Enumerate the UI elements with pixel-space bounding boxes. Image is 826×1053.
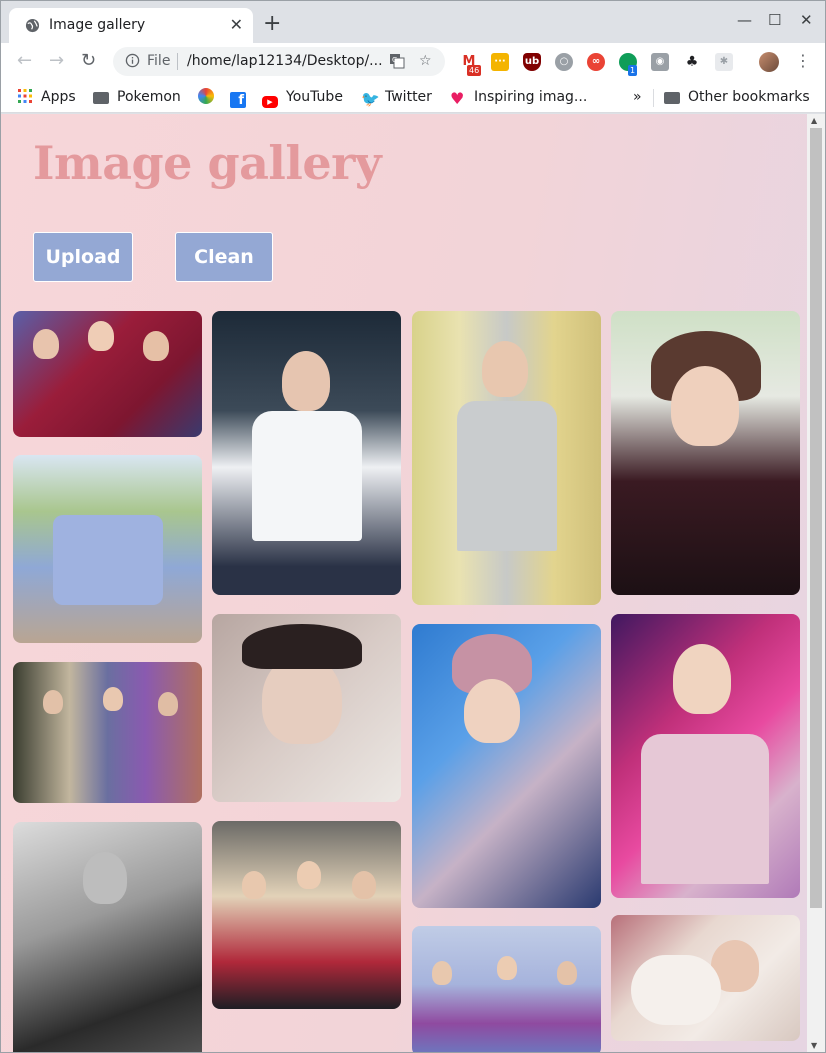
info-icon[interactable] <box>125 53 140 68</box>
bookmark-twitter-label: Twitter <box>385 89 432 105</box>
gallery-image[interactable] <box>13 455 202 643</box>
menu-icon[interactable]: ⋮ <box>795 52 811 70</box>
new-tab-button[interactable]: + <box>263 13 281 35</box>
bookmarks-separator <box>653 89 654 107</box>
bookmark-inspiring[interactable]: ♥ Inspiring imag... <box>450 86 587 108</box>
browser-window: Image gallery ✕ + — ☐ ✕ ← → ↻ File /home… <box>0 0 826 1053</box>
bookmark-facebook[interactable]: f <box>230 86 254 108</box>
gallery-image[interactable] <box>212 821 401 1009</box>
upload-button[interactable]: Upload <box>33 232 133 282</box>
tab-close-icon[interactable]: ✕ <box>230 16 243 34</box>
scroll-down-arrow-icon[interactable]: ▼ <box>811 1041 817 1050</box>
clean-button[interactable]: Clean <box>175 232 273 282</box>
heart-icon: ♥ <box>450 89 465 108</box>
svg-text:G: G <box>392 56 397 64</box>
gallery-image[interactable] <box>212 311 401 595</box>
bookmark-color-wheel[interactable] <box>198 86 222 108</box>
url-text[interactable]: /home/lap12134/Desktop/... <box>187 53 383 69</box>
url-separator <box>177 53 178 70</box>
apps-grid-icon <box>18 89 32 103</box>
bookmarks-bar: Apps Pokemon f ▶ YouTube 🐦 Twitter ♥ Inspir… <box>1 81 825 113</box>
title-bar: Image gallery ✕ + — ☐ ✕ <box>1 1 825 43</box>
page-scrollbar[interactable]: ▲ ▼ <box>807 114 825 1052</box>
youtube-icon: ▶ <box>262 96 278 108</box>
forward-button[interactable]: → <box>49 51 64 71</box>
folder-icon <box>664 92 680 104</box>
globe-icon <box>25 18 40 33</box>
profile-avatar[interactable] <box>759 52 779 72</box>
gallery-image[interactable] <box>13 311 202 437</box>
back-button[interactable]: ← <box>17 51 32 71</box>
bookmarks-overflow-button[interactable]: » <box>633 86 642 108</box>
gmail-badge: 46 <box>467 65 482 76</box>
gallery-image[interactable] <box>611 614 800 898</box>
gallery-image[interactable] <box>611 915 800 1041</box>
ublock-icon[interactable]: ub <box>523 53 541 71</box>
url-scheme: File <box>147 53 171 69</box>
gallery-image[interactable] <box>412 311 601 605</box>
reload-button[interactable]: ↻ <box>81 51 96 71</box>
color-wheel-icon <box>198 88 214 104</box>
scroll-up-arrow-icon[interactable]: ▲ <box>811 116 817 125</box>
page-title: Image gallery <box>33 136 382 190</box>
gallery-image[interactable] <box>13 662 202 803</box>
folder-icon <box>93 92 109 104</box>
bookmark-pokemon[interactable]: Pokemon <box>93 86 181 108</box>
gallery-image[interactable] <box>412 926 601 1052</box>
translate-icon[interactable]: G <box>389 53 405 73</box>
minimize-button[interactable]: — <box>737 11 752 29</box>
page-content: Image gallery Upload Clean <box>1 114 807 1052</box>
puzzle-extension-icon[interactable]: ✱ <box>715 53 733 71</box>
scroll-thumb[interactable] <box>810 128 822 908</box>
bookmark-pokemon-label: Pokemon <box>117 89 181 105</box>
gallery-image[interactable] <box>611 311 800 595</box>
chat-badge: 1 <box>628 65 638 76</box>
address-bar[interactable]: File /home/lap12134/Desktop/... G ☆ <box>113 47 445 76</box>
gallery-image[interactable] <box>212 614 401 802</box>
camera-icon[interactable]: ◉ <box>651 53 669 71</box>
tab-title: Image gallery <box>49 17 146 33</box>
bookmark-youtube-label: YouTube <box>286 89 343 105</box>
tab-image-gallery[interactable]: Image gallery ✕ <box>9 8 253 43</box>
gnome-icon[interactable]: ♣ <box>683 53 701 71</box>
circle-extension-icon[interactable]: ○ <box>555 53 573 71</box>
bookmark-inspiring-label: Inspiring imag... <box>474 89 588 105</box>
bookmark-apps[interactable]: Apps <box>17 86 76 108</box>
infinity-extension-icon[interactable]: ∞ <box>587 53 605 71</box>
bookmark-youtube[interactable]: ▶ YouTube <box>262 86 343 108</box>
toolbar: ← → ↻ File /home/lap12134/Desktop/... G … <box>1 43 825 81</box>
facebook-icon: f <box>230 92 246 108</box>
bookmark-other[interactable]: Other bookmarks <box>664 86 810 108</box>
bookmark-apps-label: Apps <box>41 89 76 105</box>
close-window-button[interactable]: ✕ <box>800 11 813 29</box>
maximize-button[interactable]: ☐ <box>768 11 781 29</box>
twitter-bird-icon: 🐦 <box>361 90 380 108</box>
bookmark-other-label: Other bookmarks <box>688 89 810 105</box>
gallery-image[interactable] <box>412 624 601 908</box>
gallery-image[interactable] <box>13 822 202 1052</box>
star-icon[interactable]: ☆ <box>419 53 432 69</box>
notes-extension-icon[interactable]: ··· <box>491 53 509 71</box>
bookmark-twitter[interactable]: 🐦 Twitter <box>361 86 432 108</box>
